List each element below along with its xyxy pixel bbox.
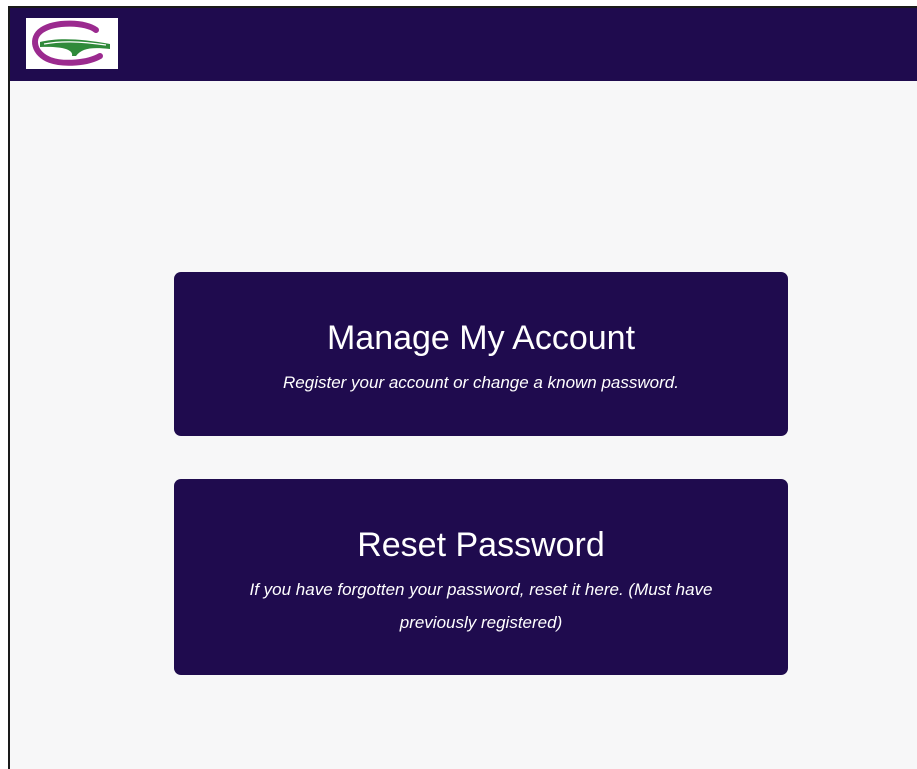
company-g-logo-icon <box>32 20 110 66</box>
page-frame: Manage My Account Register your account … <box>8 6 917 769</box>
manage-account-title: Manage My Account <box>326 319 636 357</box>
reset-password-description: If you have forgotten your password, res… <box>249 580 713 632</box>
top-header-bar <box>10 8 917 81</box>
reset-password-button[interactable]: Reset Password If you have forgotten you… <box>174 479 788 675</box>
manage-account-button[interactable]: Manage My Account Register your account … <box>174 272 788 436</box>
company-logo[interactable] <box>26 18 118 69</box>
reset-password-title: Reset Password <box>357 526 605 564</box>
manage-account-description: Register your account or change a known … <box>283 373 679 392</box>
